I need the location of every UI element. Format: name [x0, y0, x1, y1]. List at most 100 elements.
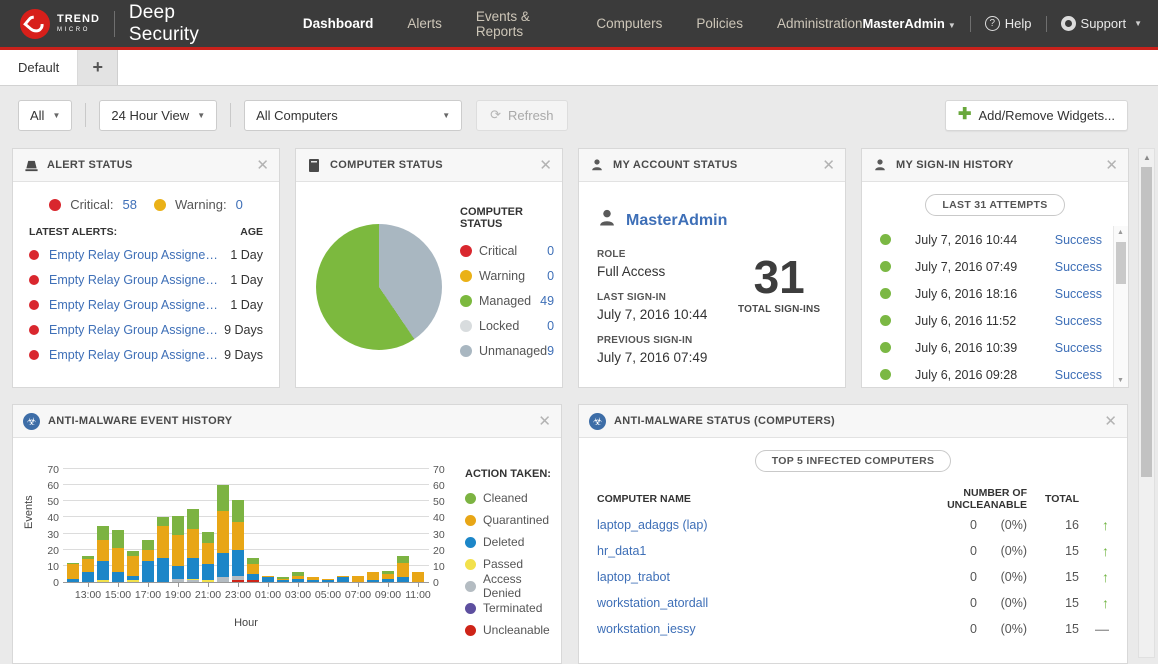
- signin-date: July 6, 2016 18:16: [915, 287, 1017, 301]
- pie-legend: COMPUTER STATUS Critical 0 Warning 0 Man…: [460, 206, 560, 363]
- pie-legend-row: Locked 0: [460, 313, 560, 338]
- warning-count-link[interactable]: 0: [236, 197, 243, 212]
- scroll-thumb[interactable]: [1141, 167, 1152, 477]
- nav-item-administration[interactable]: Administration: [777, 16, 863, 31]
- computer-name-link[interactable]: hr_data1: [597, 544, 943, 558]
- legend-value-link[interactable]: 49: [540, 294, 560, 308]
- user-menu[interactable]: MasterAdmin▼: [863, 16, 956, 31]
- legend-dot-icon: [465, 603, 476, 614]
- alert-link[interactable]: Empty Relay Group Assigned - dir...: [49, 348, 221, 362]
- bar-13:00[interactable]: [82, 556, 94, 582]
- bar-14:00[interactable]: [97, 526, 109, 582]
- uncleanable-percent: (0%): [977, 544, 1027, 558]
- close-icon[interactable]: ✕: [539, 158, 552, 173]
- close-icon[interactable]: ✕: [822, 158, 835, 173]
- alert-link[interactable]: Empty Relay Group Assigned - dir...: [49, 323, 221, 337]
- legend-title: ACTION TAKEN:: [465, 468, 555, 480]
- legend-value-link[interactable]: 0: [547, 269, 560, 283]
- signin-status-link[interactable]: Success: [1055, 233, 1102, 247]
- bar-11:00[interactable]: [412, 572, 424, 582]
- close-icon[interactable]: ✕: [256, 158, 269, 173]
- legend-value-link[interactable]: 0: [547, 319, 560, 333]
- widget-title: ALERT STATUS: [47, 159, 133, 171]
- add-remove-widgets-button[interactable]: ✚ Add/Remove Widgets...: [945, 100, 1128, 131]
- computer-status-pie-chart[interactable]: [316, 224, 442, 350]
- computer-name-link[interactable]: workstation_iessy: [597, 622, 943, 636]
- bar-23:00[interactable]: [232, 500, 244, 582]
- bar-17:00[interactable]: [142, 540, 154, 582]
- plus-icon: ✚: [958, 107, 971, 123]
- legend-label: Quarantined: [483, 513, 549, 527]
- uncleanable-percent: (0%): [977, 622, 1027, 636]
- bar-legend-row: Quarantined: [465, 509, 555, 531]
- add-tab-button[interactable]: +: [78, 50, 118, 85]
- bar-12:00[interactable]: [67, 563, 79, 582]
- computer-name-link[interactable]: workstation_atordall: [597, 596, 943, 610]
- widget-title: ANTI-MALWARE STATUS (COMPUTERS): [614, 415, 835, 427]
- trend-up-icon: ↑: [1079, 517, 1109, 533]
- close-icon[interactable]: ✕: [538, 414, 551, 429]
- refresh-button[interactable]: ⟳ Refresh: [476, 100, 567, 131]
- scroll-up-icon[interactable]: ▲: [1143, 153, 1151, 162]
- alert-link[interactable]: Empty Relay Group Assigned - 19...: [49, 248, 221, 262]
- signin-status-link[interactable]: Success: [1055, 260, 1102, 274]
- table-row: workstation_atordall 0 (0%) 15 ↑: [597, 590, 1109, 616]
- signin-status-link[interactable]: Success: [1055, 287, 1102, 301]
- bar-07:00[interactable]: [352, 576, 364, 582]
- bar-22:00[interactable]: [217, 485, 229, 582]
- alert-link[interactable]: Empty Relay Group Assigned - CA...: [49, 298, 221, 312]
- bar-16:00[interactable]: [127, 551, 139, 582]
- support-menu[interactable]: Support ▼: [1061, 16, 1142, 31]
- bar-20:00[interactable]: [187, 509, 199, 582]
- nav-item-policies[interactable]: Policies: [696, 16, 743, 31]
- bar-02:00[interactable]: [277, 577, 289, 582]
- chevron-down-icon: ▼: [442, 111, 450, 120]
- computer-name-link[interactable]: laptop_trabot: [597, 570, 943, 584]
- alert-link[interactable]: Empty Relay Group Assigned - CA...: [49, 273, 221, 287]
- top5-infected-button[interactable]: TOP 5 INFECTED COMPUTERS: [755, 450, 952, 472]
- bar-09:00[interactable]: [382, 571, 394, 582]
- close-icon[interactable]: ✕: [1105, 158, 1118, 173]
- close-icon[interactable]: ✕: [1104, 414, 1117, 429]
- nav-item-events-reports[interactable]: Events & Reports: [476, 9, 562, 39]
- scroll-thumb[interactable]: [1116, 242, 1126, 284]
- help-link[interactable]: ? Help: [985, 16, 1032, 31]
- tab-default[interactable]: Default: [0, 50, 78, 85]
- am-event-bar-chart[interactable]: [63, 470, 429, 583]
- nav-item-alerts[interactable]: Alerts: [407, 16, 442, 31]
- bar-04:00[interactable]: [307, 577, 319, 582]
- last-attempts-button[interactable]: LAST 31 ATTEMPTS: [925, 194, 1064, 216]
- legend-value-link[interactable]: 0: [547, 244, 560, 258]
- legend-dot-icon: [465, 537, 476, 548]
- bar-03:00[interactable]: [292, 572, 304, 582]
- computer-name-link[interactable]: laptop_adaggs (lap): [597, 518, 943, 532]
- bar-10:00[interactable]: [397, 556, 409, 582]
- bar-19:00[interactable]: [172, 516, 184, 582]
- divider: [970, 16, 971, 32]
- username-link[interactable]: MasterAdmin: [626, 212, 727, 230]
- bar-01:00[interactable]: [262, 576, 274, 582]
- bar-08:00[interactable]: [367, 572, 379, 582]
- page-scrollbar[interactable]: ▲: [1138, 148, 1155, 658]
- signin-status-link[interactable]: Success: [1055, 314, 1102, 328]
- bar-21:00[interactable]: [202, 532, 214, 582]
- computers-filter-select[interactable]: All Computers▼: [244, 100, 462, 131]
- signin-status-link[interactable]: Success: [1055, 341, 1102, 355]
- scroll-down-icon[interactable]: ▼: [1117, 377, 1124, 384]
- bar-15:00[interactable]: [112, 530, 124, 582]
- bar-legend-row: Cleaned: [465, 487, 555, 509]
- bar-06:00[interactable]: [337, 576, 349, 582]
- bar-18:00[interactable]: [157, 517, 169, 582]
- signin-status-link[interactable]: Success: [1055, 368, 1102, 382]
- list-scrollbar[interactable]: ▲ ▼: [1113, 226, 1128, 387]
- critical-count-link[interactable]: 58: [123, 197, 137, 212]
- y-axis-title: Events: [21, 456, 37, 583]
- alert-filter-dropdown[interactable]: All▼: [18, 100, 72, 131]
- bar-05:00[interactable]: [322, 579, 334, 582]
- nav-item-computers[interactable]: Computers: [596, 16, 662, 31]
- legend-value-link[interactable]: 9: [547, 344, 560, 358]
- bar-00:00[interactable]: [247, 558, 259, 582]
- time-view-dropdown[interactable]: 24 Hour View▼: [99, 100, 217, 131]
- scroll-up-icon[interactable]: ▲: [1117, 229, 1124, 236]
- nav-item-dashboard[interactable]: Dashboard: [303, 16, 374, 31]
